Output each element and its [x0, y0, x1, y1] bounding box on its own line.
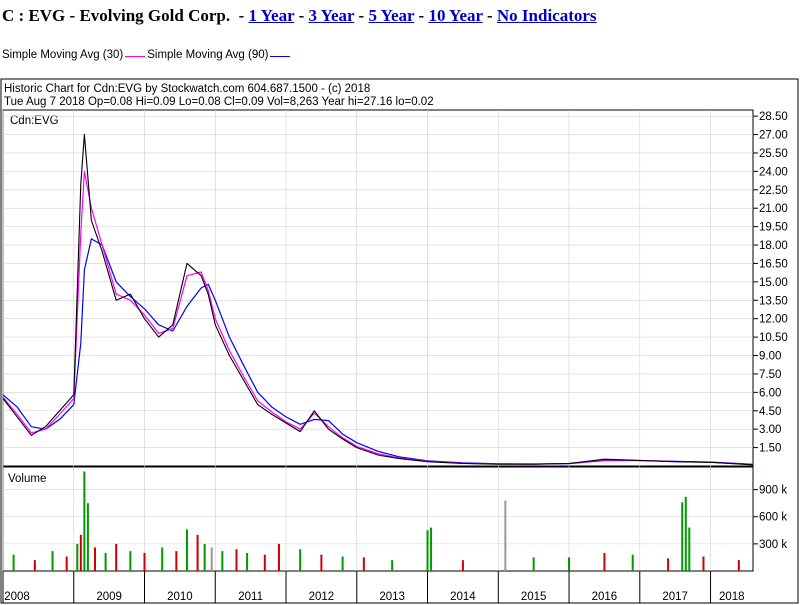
link-3-year[interactable]: 3 Year [309, 6, 355, 25]
chart-frame [0, 78, 799, 604]
volume-bar [430, 527, 433, 571]
historic-chart: Historic Chart for Cdn:EVG by Stockwatch… [0, 78, 799, 604]
volume-bar [737, 560, 740, 571]
price-tick-label: 19.50 [759, 222, 788, 234]
volume-bar [277, 543, 280, 571]
legend-sma90-label: Simple Moving Avg (90) [147, 49, 269, 61]
volume-bar [175, 551, 178, 571]
price-tick-label: 24.00 [759, 166, 788, 178]
volume-bar [299, 549, 302, 571]
volume-bar [210, 547, 213, 571]
volume-tick-label: 600 k [759, 512, 787, 524]
volume-bar [461, 560, 464, 571]
volume-bar [65, 556, 68, 571]
year-tick-label: 2012 [309, 591, 335, 603]
volume-bar [246, 552, 249, 571]
price-tick-label: 15.00 [759, 277, 788, 289]
price-tick-label: 16.50 [759, 258, 788, 270]
link-5-year[interactable]: 5 Year [368, 6, 414, 25]
volume-bar [532, 557, 535, 571]
year-tick-label: 2010 [167, 591, 193, 603]
link-10-year[interactable]: 10 Year [428, 6, 482, 25]
volume-bar [426, 530, 429, 571]
price-tick-label: 3.00 [759, 424, 781, 436]
volume-bar [83, 471, 86, 571]
volume-bar [702, 556, 705, 571]
volume-label: Volume [8, 473, 46, 485]
price-tick-label: 28.50 [759, 111, 788, 123]
price-tick-label: 7.50 [759, 369, 781, 381]
volume-bar [235, 549, 238, 571]
volume-bar [667, 558, 670, 571]
price-tick-label: 25.50 [759, 148, 788, 160]
volume-bar [341, 556, 344, 571]
volume-bar [504, 500, 507, 571]
price-symbol-label: Cdn:EVG [10, 115, 59, 127]
volume-bar [681, 502, 684, 571]
page-title-row: C : EVG - Evolving Gold Corp. - 1 Year -… [2, 6, 597, 25]
volume-bar [688, 527, 691, 571]
page-title: C : EVG - Evolving Gold Corp. [2, 6, 231, 25]
volume-bar [86, 503, 89, 571]
link-1-year[interactable]: 1 Year [249, 6, 295, 25]
volume-tick-label: 300 k [759, 539, 787, 551]
volume-bar [129, 551, 132, 571]
link-no-indicators[interactable]: No Indicators [497, 6, 597, 25]
volume-bar [320, 554, 323, 571]
chart-info-line1: Historic Chart for Cdn:EVG by Stockwatch… [4, 83, 370, 95]
year-tick-label: 2008 [4, 591, 30, 603]
year-tick-label: 2016 [592, 591, 618, 603]
volume-bar [115, 543, 118, 571]
year-tick-label: 2014 [450, 591, 476, 603]
price-tick-label: 18.00 [759, 240, 788, 252]
year-tick-label: 2015 [521, 591, 547, 603]
year-tick-label: 2017 [662, 591, 688, 603]
year-tick-label: 2013 [379, 591, 405, 603]
price-tick-label: 22.50 [759, 185, 788, 197]
volume-bar [221, 551, 224, 571]
volume-bar [684, 496, 687, 571]
price-tick-label: 6.00 [759, 387, 781, 399]
volume-bar [203, 543, 206, 571]
volume-bar [631, 554, 634, 571]
volume-bar [161, 547, 164, 571]
volume-bar [93, 547, 96, 571]
volume-bar [76, 543, 79, 571]
price-tick-label: 13.50 [759, 295, 788, 307]
price-tick-label: 12.00 [759, 314, 788, 326]
price-tick-label: 1.50 [759, 443, 781, 455]
volume-bar [79, 534, 82, 571]
volume-bar [12, 554, 15, 571]
chart-info-line2: Tue Aug 7 2018 Op=0.08 Hi=0.09 Lo=0.08 C… [4, 96, 434, 108]
indicator-legend: Simple Moving Avg (30) Simple Moving Avg… [2, 49, 292, 61]
legend-sma90-swatch [270, 55, 291, 57]
volume-bar [603, 552, 606, 571]
year-tick-label: 2009 [96, 591, 122, 603]
price-tick-label: 10.50 [759, 332, 788, 344]
year-tick-label: 2018 [719, 591, 745, 603]
price-tick-label: 21.00 [759, 203, 788, 215]
legend-sma30-swatch [125, 55, 146, 57]
price-tick-label: 27.00 [759, 130, 788, 142]
volume-bar [391, 560, 394, 571]
volume-bar [196, 534, 199, 571]
volume-tick-label: 900 k [759, 485, 787, 497]
volume-bar [51, 551, 54, 571]
volume-bar [263, 554, 266, 571]
legend-sma30-label: Simple Moving Avg (30) [2, 49, 124, 61]
volume-bar [104, 552, 107, 571]
volume-bar [143, 552, 146, 571]
volume-bar [362, 557, 365, 571]
volume-bar [33, 560, 36, 571]
price-tick-label: 4.50 [759, 406, 781, 418]
price-tick-label: 9.00 [759, 351, 781, 363]
year-tick-label: 2011 [238, 591, 263, 603]
volume-bar [185, 529, 188, 571]
volume-bar [568, 557, 571, 571]
